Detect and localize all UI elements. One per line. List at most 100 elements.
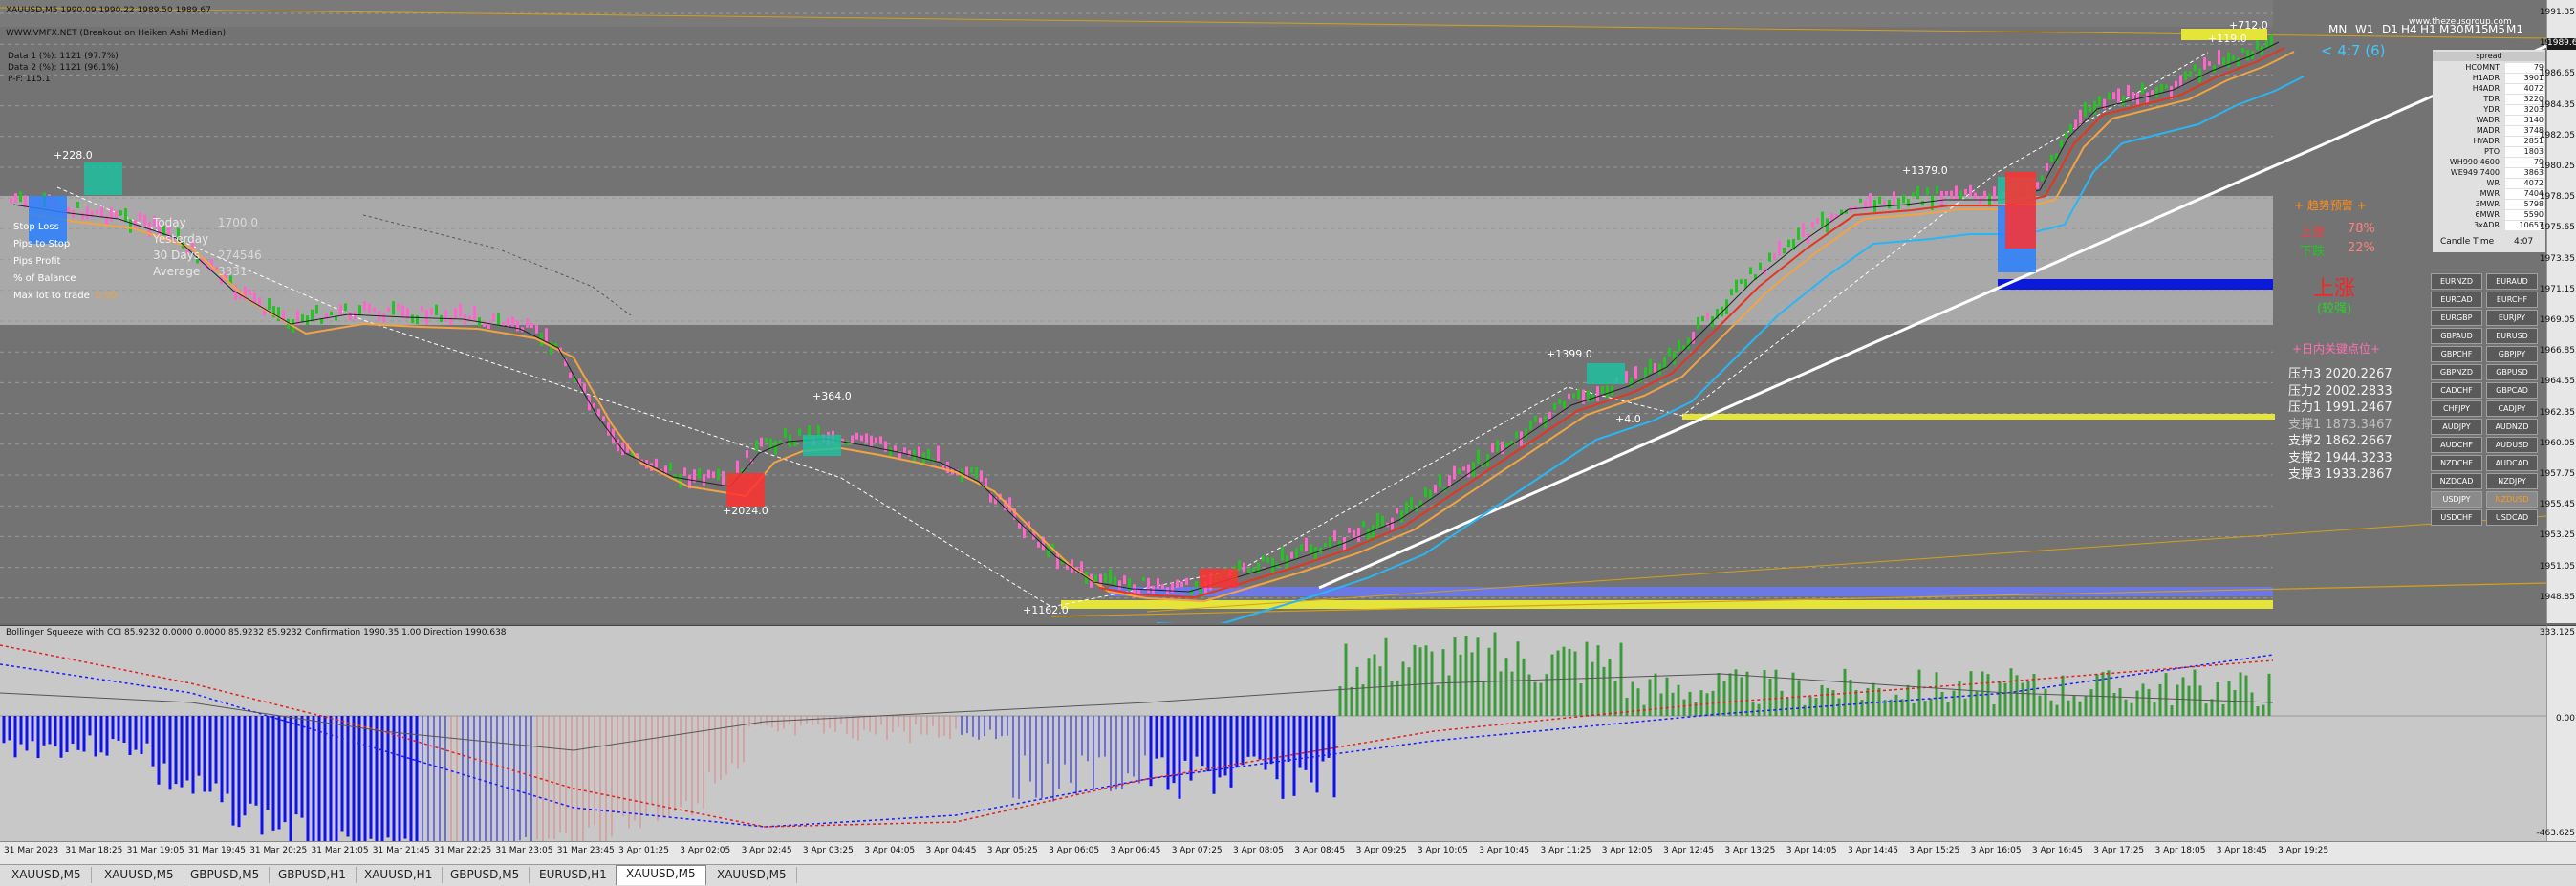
chart-tab[interactable]: EURUSD,H1 <box>530 867 617 883</box>
symbol-button-audjpy[interactable]: AUDJPY <box>2431 419 2482 435</box>
symbol-button-usdjpy[interactable]: USDJPY <box>2431 491 2482 508</box>
candle <box>368 303 371 313</box>
candle <box>722 470 725 486</box>
candle <box>430 307 433 315</box>
time-tick: 3 Apr 17:25 <box>2093 846 2145 855</box>
symbol-button-audnzd[interactable]: AUDNZD <box>2486 419 2538 435</box>
timeframe-m1[interactable]: M1 <box>2506 23 2523 36</box>
symbol-button-eurchf[interactable]: EURCHF <box>2486 292 2538 308</box>
candle <box>311 309 314 322</box>
calc-label: % of Balance <box>13 273 76 284</box>
candle <box>1434 484 1437 493</box>
trade-box <box>1200 569 1238 588</box>
candle <box>1381 515 1384 527</box>
symbol-button-eurusd[interactable]: EURUSD <box>2486 328 2538 344</box>
bollinger-squeeze-pane[interactable]: Bollinger Squeeze with CCI 85.9232 0.000… <box>0 625 2546 842</box>
candle <box>1964 189 1967 196</box>
time-tick: 31 Mar 23:45 <box>556 846 615 855</box>
symbol-button-gbpcad[interactable]: GBPCAD <box>2486 382 2538 399</box>
candle <box>1687 337 1690 350</box>
trendline-white <box>1318 44 2546 590</box>
symbol-button-eurcad[interactable]: EURCAD <box>2431 292 2482 308</box>
chart-tab[interactable]: XAUUSD,M5 <box>707 867 797 883</box>
sub-axis: 333.125 0.00 -463.625 <box>2537 625 2576 842</box>
timeframe-d1[interactable]: D1 <box>2382 23 2398 36</box>
profit-stat-label: 30 Days <box>153 249 201 262</box>
timeframe-m30[interactable]: M30 <box>2439 23 2464 36</box>
symbol-button-audusd[interactable]: AUDUSD <box>2486 437 2538 453</box>
candle <box>516 320 519 332</box>
data2-line: Data 2 (%): 1121 (96.1%) <box>8 63 119 73</box>
symbol-button-euraud[interactable]: EURAUD <box>2486 273 2538 290</box>
profit-stat-value: 3331 <box>218 265 248 278</box>
time-tick: 3 Apr 12:45 <box>1663 846 1715 855</box>
symbol-button-gbpaud[interactable]: GBPAUD <box>2431 328 2482 344</box>
symbol-button-nzdusd[interactable]: NZDUSD <box>2486 491 2538 508</box>
chart-tab[interactable]: XAUUSD,H1 <box>355 867 444 883</box>
symbol-button-usdcad[interactable]: USDCAD <box>2486 509 2538 526</box>
candle <box>1797 227 1800 240</box>
timeframe-mn[interactable]: MN <box>2328 23 2347 36</box>
symbol-button-eurnzd[interactable]: EURNZD <box>2431 273 2482 290</box>
candle <box>2146 92 2149 103</box>
symbol-button-eurjpy[interactable]: EURJPY <box>2486 310 2538 326</box>
symbol-button-chfjpy[interactable]: CHFJPY <box>2431 400 2482 417</box>
symbol-button-gbpchf[interactable]: GBPCHF <box>2431 346 2482 362</box>
timeframe-h4[interactable]: H4 <box>2401 23 2417 36</box>
candle <box>1563 400 1566 409</box>
trade-label: +1162.0 <box>1023 604 1069 616</box>
symbol-button-usdchf[interactable]: USDCHF <box>2431 509 2482 526</box>
symbol-button-nzdchf[interactable]: NZDCHF <box>2431 455 2482 471</box>
stats-label: WR <box>2486 179 2500 187</box>
timeframe-h1[interactable]: H1 <box>2420 23 2436 36</box>
symbol-button-gbpnzd[interactable]: GBPNZD <box>2431 364 2482 380</box>
chart-tab[interactable]: XAUUSD,M5 <box>2 867 92 883</box>
symbol-button-audchf[interactable]: AUDCHF <box>2431 437 2482 453</box>
symbol-button-gbpusd[interactable]: GBPUSD <box>2486 364 2538 380</box>
candle <box>1596 386 1599 402</box>
profit-stat-value: 1700.0 <box>218 216 258 229</box>
candle <box>2046 162 2048 171</box>
chart-tab[interactable]: XAUUSD,M5 <box>95 867 184 883</box>
trade-label: +1379.0 <box>1902 164 1948 177</box>
candle <box>1873 200 1876 212</box>
chart-tab[interactable]: GBPUSD,M5 <box>441 867 530 883</box>
candle <box>1907 199 1910 207</box>
stats-value: 3863 <box>2505 168 2544 178</box>
candle <box>1940 190 1943 205</box>
stats-label: TDR <box>2483 95 2500 103</box>
main-chart[interactable]: +228.0 +2024.0 +364.0 +1162.0 +1399.0 +4.0 +13… <box>0 0 2576 623</box>
candle <box>1195 581 1198 589</box>
symbol-button-audcad[interactable]: AUDCAD <box>2486 455 2538 471</box>
current-price-badge: 1989.67 <box>2547 38 2576 50</box>
candle <box>1176 579 1179 589</box>
key-level: 支撑2 1862.2667 <box>2288 434 2392 448</box>
time-tick: 31 Mar 23:05 <box>495 846 553 855</box>
timeframe-m5[interactable]: M5 <box>2488 23 2505 36</box>
symbol-button-eurgbp[interactable]: EURGBP <box>2431 310 2482 326</box>
candle <box>1329 536 1331 549</box>
candle <box>2184 71 2187 81</box>
symbol-button-cadchf[interactable]: CADCHF <box>2431 382 2482 399</box>
candle <box>358 305 361 316</box>
candle <box>115 210 118 218</box>
price-chart-svg[interactable]: +228.0 +2024.0 +364.0 +1162.0 +1399.0 +4.0 +13… <box>0 0 2546 623</box>
symbol-button-cadjpy[interactable]: CADJPY <box>2486 400 2538 417</box>
candle <box>1644 367 1647 378</box>
candle <box>755 440 758 451</box>
stats-label: WE949.7400 <box>2450 168 2500 177</box>
candle <box>344 303 347 312</box>
symbol-button-gbpjpy[interactable]: GBPJPY <box>2486 346 2538 362</box>
chart-tab[interactable]: XAUUSD,M5 <box>616 865 706 885</box>
chart-tab[interactable]: GBPUSD,M5 <box>181 867 271 883</box>
timeframe-m15[interactable]: M15 <box>2464 23 2489 36</box>
symbol-button-nzdjpy[interactable]: NZDJPY <box>2486 473 2538 489</box>
candle <box>937 445 940 462</box>
symbol-button-nzdcad[interactable]: NZDCAD <box>2431 473 2482 489</box>
candle <box>774 440 777 455</box>
candle <box>1185 577 1188 586</box>
timeframe-w1[interactable]: W1 <box>2355 23 2374 36</box>
chart-tab[interactable]: GBPUSD,H1 <box>269 867 357 883</box>
candle <box>1658 363 1661 376</box>
time-tick: 3 Apr 12:05 <box>1601 846 1653 855</box>
